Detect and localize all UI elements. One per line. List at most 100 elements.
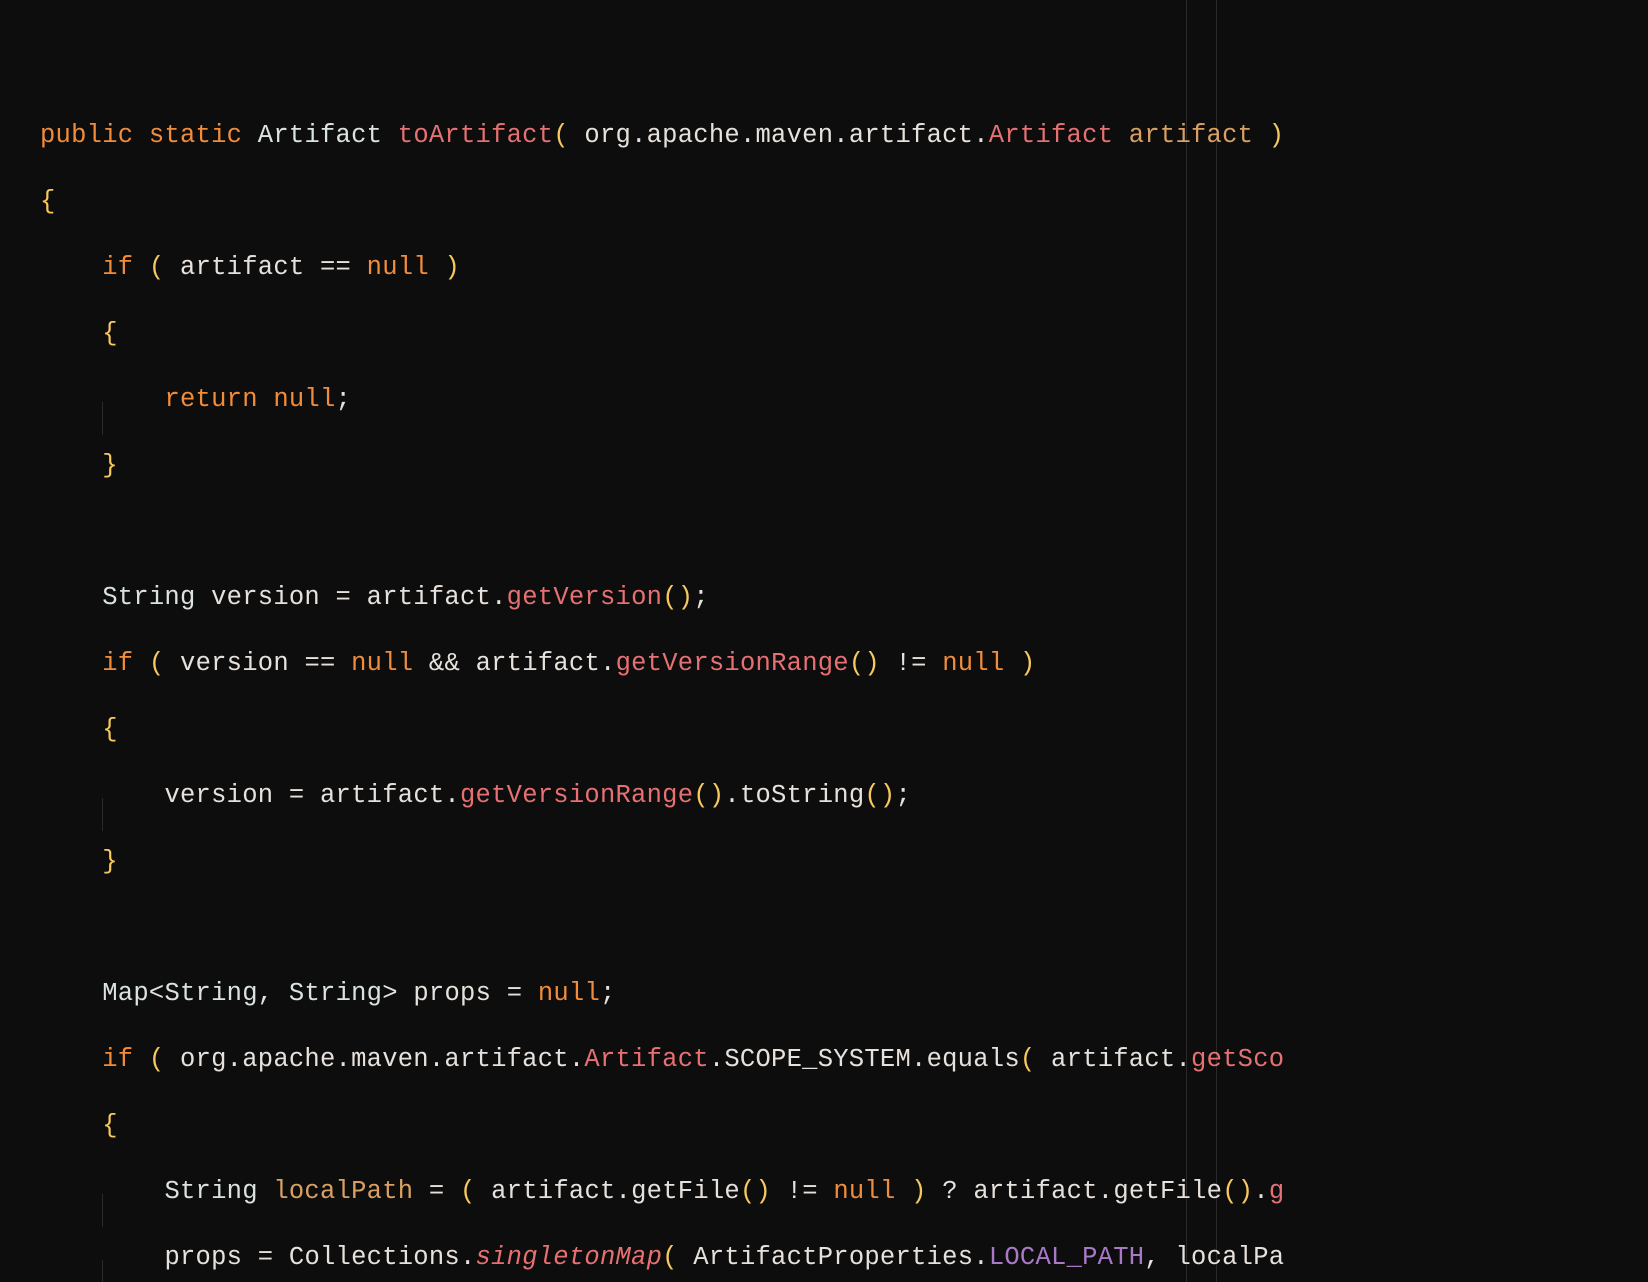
identifier: artifact — [1051, 1045, 1175, 1074]
identifier: version — [180, 649, 289, 678]
code-line: props = Collections.singletonMap( Artifa… — [40, 1241, 1648, 1274]
keyword-null: null — [351, 649, 413, 678]
angle: < — [149, 979, 165, 1008]
dot: . — [444, 781, 460, 810]
paren: ) — [1020, 649, 1036, 678]
keyword: if — [102, 253, 133, 282]
method-call: getVersionRange — [460, 781, 693, 810]
code-line: if ( artifact == null ) — [40, 251, 1648, 284]
operator: && — [429, 649, 460, 678]
code-line: String version = artifact.getVersion(); — [40, 581, 1648, 614]
method-call: getVersionRange — [616, 649, 849, 678]
identifier: version — [164, 781, 273, 810]
operator: == — [320, 253, 351, 282]
code-line: String localPath = ( artifact.getFile() … — [40, 1175, 1648, 1208]
semicolon: ; — [895, 781, 911, 810]
operator: != — [787, 1177, 818, 1206]
code-line: } — [40, 449, 1648, 482]
code-line: { — [40, 185, 1648, 218]
keyword: if — [102, 649, 133, 678]
operator: = — [507, 979, 523, 1008]
type: String — [102, 583, 195, 612]
paren: () — [740, 1177, 771, 1206]
identifier: localPa — [1175, 1243, 1284, 1272]
paren: ( — [149, 253, 165, 282]
method-call: toString — [740, 781, 864, 810]
code-line: { — [40, 713, 1648, 746]
method-call: getFile — [631, 1177, 740, 1206]
keyword-null: null — [538, 979, 600, 1008]
code-line — [40, 911, 1648, 944]
type: Artifact — [989, 121, 1113, 150]
keyword: if — [102, 1045, 133, 1074]
semicolon: ; — [336, 385, 352, 414]
semicolon: ; — [693, 583, 709, 612]
operator: ? — [942, 1177, 958, 1206]
operator: = — [289, 781, 305, 810]
identifier: version — [211, 583, 320, 612]
local-variable: localPath — [273, 1177, 413, 1206]
paren: () — [1222, 1177, 1253, 1206]
paren: () — [849, 649, 880, 678]
type: String — [289, 979, 382, 1008]
type: String — [164, 1177, 257, 1206]
keyword: return — [164, 385, 257, 414]
paren: ( — [149, 649, 165, 678]
method-call: getFile — [1113, 1177, 1222, 1206]
dot: . — [1253, 1177, 1269, 1206]
dot: . — [973, 1243, 989, 1272]
static-method: singletonMap — [476, 1243, 663, 1272]
type: ArtifactProperties — [693, 1243, 973, 1272]
keyword-null: null — [273, 385, 335, 414]
comma: , — [1144, 1243, 1160, 1272]
dot: . — [911, 1045, 927, 1074]
brace: { — [102, 715, 118, 744]
code-editor[interactable]: public static Artifact toArtifact( org.a… — [0, 0, 1648, 1282]
operator: = — [336, 583, 352, 612]
paren: () — [864, 781, 895, 810]
keyword-null: null — [367, 253, 429, 282]
ruler-2 — [1216, 0, 1217, 1282]
brace: } — [102, 451, 118, 480]
keyword: static — [149, 121, 242, 150]
identifier: artifact — [491, 1177, 615, 1206]
paren: ( — [662, 1243, 678, 1272]
type: org.apache.maven.artifact. — [584, 121, 988, 150]
type: Map — [102, 979, 149, 1008]
dot: . — [600, 649, 616, 678]
keyword: public — [40, 121, 133, 150]
paren: ( — [1020, 1045, 1036, 1074]
dot: . — [1175, 1045, 1191, 1074]
ruler-1 — [1186, 0, 1187, 1282]
keyword-null: null — [833, 1177, 895, 1206]
identifier: props — [164, 1243, 242, 1272]
identifier: artifact — [367, 583, 491, 612]
identifier: artifact — [476, 649, 600, 678]
constant: SCOPE_SYSTEM — [724, 1045, 911, 1074]
code-line: return null; — [40, 383, 1648, 416]
brace: { — [40, 187, 56, 216]
identifier: artifact — [320, 781, 444, 810]
brace: } — [102, 847, 118, 876]
type: Artifact — [258, 121, 382, 150]
method-call: getVersion — [507, 583, 663, 612]
method-call: getSco — [1191, 1045, 1284, 1074]
paren: ) — [444, 253, 460, 282]
package: org.apache.maven.artifact. — [180, 1045, 584, 1074]
method-call: equals — [927, 1045, 1020, 1074]
angle: > — [382, 979, 398, 1008]
operator: = — [429, 1177, 445, 1206]
paren: ) — [1269, 121, 1285, 150]
paren: ( — [149, 1045, 165, 1074]
code-line — [40, 515, 1648, 548]
code-line: if ( version == null && artifact.getVers… — [40, 647, 1648, 680]
code-line: if ( org.apache.maven.artifact.Artifact.… — [40, 1043, 1648, 1076]
dot: . — [491, 583, 507, 612]
type: String — [164, 979, 257, 1008]
type: Collections — [289, 1243, 460, 1272]
identifier: artifact — [973, 1177, 1097, 1206]
semicolon: ; — [600, 979, 616, 1008]
code-line: { — [40, 317, 1648, 350]
comma: , — [258, 979, 274, 1008]
operator: != — [896, 649, 927, 678]
